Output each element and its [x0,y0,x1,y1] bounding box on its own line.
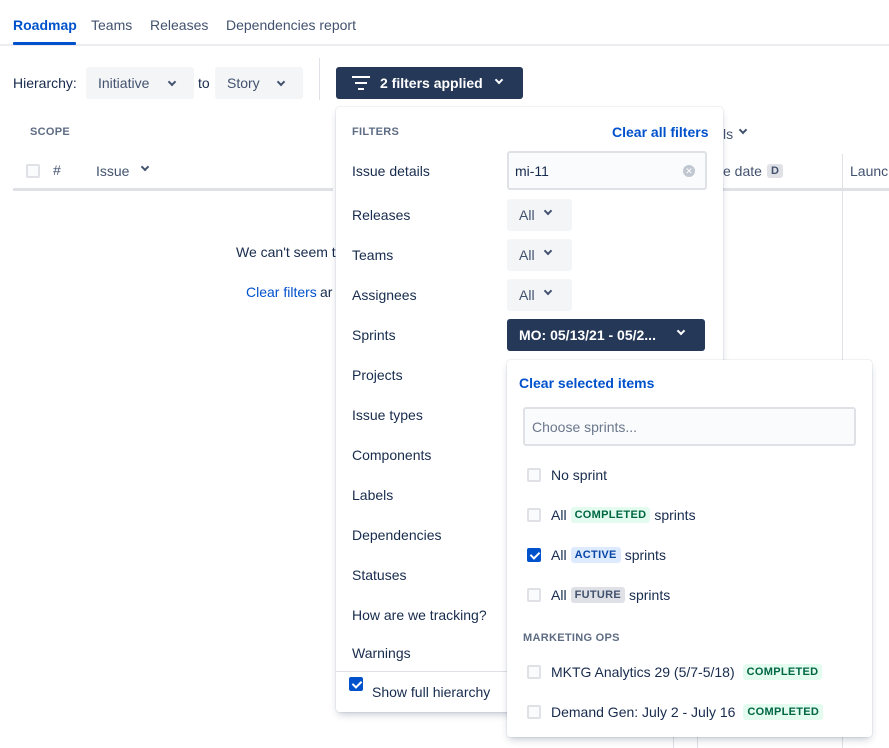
tab-roadmap[interactable]: Roadmap [13,17,77,33]
clear-selected-items-link[interactable]: Clear selected items [519,375,654,391]
future-lozenge: FUTURE [570,587,625,603]
chevron-down-icon [140,162,150,172]
option-checkbox[interactable] [527,468,541,482]
tab-dependencies-report[interactable]: Dependencies report [226,17,356,33]
tab-teams[interactable]: Teams [91,17,132,33]
teams-filter-value: All [519,247,535,263]
issue-column-header[interactable]: Issue [96,163,129,179]
tab-releases[interactable]: Releases [150,17,208,33]
sprint-search-input[interactable] [523,407,856,446]
hierarchy-to-select[interactable]: Story [215,67,303,99]
filters-button-label: 2 filters applied [380,75,483,91]
hierarchy-from-value: Initiative [98,75,150,91]
top-tabs: Roadmap Teams Releases Dependencies repo… [0,0,889,46]
to-label: to [198,75,210,91]
option-sprints-word: sprints [654,507,696,523]
completed-lozenge: COMPLETED [743,704,824,720]
chevron-down-icon [543,206,553,216]
completed-lozenge: COMPLETED [570,507,651,523]
filter-label-components[interactable]: Components [352,447,431,463]
sprints-dropdown: Clear selected items No sprint All COMPL… [507,360,872,737]
sprint-group-title: MARKETING OPS [523,632,620,644]
assignees-filter-value: All [519,287,535,303]
clear-filters-link[interactable]: Clear filters [246,284,317,300]
filter-label-projects[interactable]: Projects [352,367,403,383]
clear-input-icon[interactable]: ✕ [683,165,695,177]
toolbar-divider [319,58,320,100]
option-checkbox[interactable] [527,508,541,522]
option-sprints-word: sprints [628,587,671,603]
filter-label-teams: Teams [352,247,394,263]
issue-details-input[interactable]: mi-11 ✕ [507,151,707,190]
table-header-border [13,188,333,191]
chevron-down-icon [738,125,748,135]
active-tab-indicator [13,42,76,45]
table-header-border-right [697,188,889,191]
sprint-option[interactable]: Demand Gen: July 2 - July 16 COMPLETED [527,702,827,722]
active-lozenge: ACTIVE [570,547,621,563]
filter-icon [352,76,370,90]
show-full-hierarchy-checkbox[interactable] [349,677,363,691]
filter-label-assignees: Assignees [352,287,417,303]
chevron-down-icon [276,77,286,87]
option-checkbox[interactable] [527,548,541,562]
select-all-checkbox[interactable] [26,164,40,178]
option-all-word: All [551,547,567,563]
panel-footer-divider [336,671,507,672]
sprint-option-name: Demand Gen: July 2 - July 16 [551,704,736,720]
filter-label-releases: Releases [352,207,411,223]
filter-label-issue-details: Issue details [352,163,430,179]
row-number-header: # [53,162,61,178]
filter-label-statuses[interactable]: Statuses [352,567,406,583]
option-checkbox[interactable] [527,705,541,719]
chevron-down-icon [676,326,686,336]
chevron-down-icon [543,246,553,256]
option-all-completed[interactable]: All COMPLETED sprints [527,505,696,525]
scope-heading: SCOPE [30,126,71,138]
releases-filter-select[interactable]: All [507,199,572,231]
sprints-filter-value: MO: 05/13/21 - 05/2... [519,327,656,343]
teams-filter-select[interactable]: All [507,239,572,271]
hierarchy-label: Hierarchy: [13,75,77,91]
chevron-down-icon [167,77,177,87]
hierarchy-from-select[interactable]: Initiative [86,67,194,99]
chevron-down-icon [543,286,553,296]
hierarchy-to-value: Story [227,75,260,91]
filter-label-tracking[interactable]: How are we tracking? [352,607,487,623]
date-badge: D [767,164,783,178]
launch-column-header: Launc [850,163,889,179]
issue-details-value: mi-11 [515,162,549,179]
option-label: No sprint [551,467,608,483]
sprint-option-name: MKTG Analytics 29 (5/7-5/18) [551,664,735,680]
sprints-filter-select[interactable]: MO: 05/13/21 - 05/2... [507,319,705,351]
show-full-hierarchy-label[interactable]: Show full hierarchy [372,684,490,700]
clear-all-filters-link[interactable]: Clear all filters [612,124,709,140]
filter-label-issue-types[interactable]: Issue types [352,407,423,423]
fields-menu-fragment[interactable]: ls [723,126,733,142]
releases-filter-value: All [519,207,535,223]
filters-panel-title: FILTERS [352,126,400,138]
completed-lozenge: COMPLETED [742,664,823,680]
filter-label-dependencies[interactable]: Dependencies [352,527,442,543]
filter-label-labels[interactable]: Labels [352,487,393,503]
filter-label-warnings[interactable]: Warnings [352,645,411,661]
empty-state-message: We can't seem t [236,244,336,260]
option-all-word: All [551,587,567,603]
empty-state-suffix: ar [320,284,333,300]
option-checkbox[interactable] [527,665,541,679]
option-all-future[interactable]: All FUTURE sprints [527,585,670,605]
option-all-word: All [551,507,567,523]
option-checkbox[interactable] [527,588,541,602]
option-sprints-word: sprints [624,547,666,563]
option-no-sprint[interactable]: No sprint [527,465,607,485]
sprint-option[interactable]: MKTG Analytics 29 (5/7-5/18) COMPLETED [527,662,826,682]
assignees-filter-select[interactable]: All [507,279,572,311]
option-all-active[interactable]: All ACTIVE sprints [527,545,666,565]
filters-button[interactable]: 2 filters applied [336,67,523,99]
filter-label-sprints: Sprints [352,327,396,343]
due-date-column-header: e date [723,163,762,179]
chevron-down-icon [494,75,504,85]
